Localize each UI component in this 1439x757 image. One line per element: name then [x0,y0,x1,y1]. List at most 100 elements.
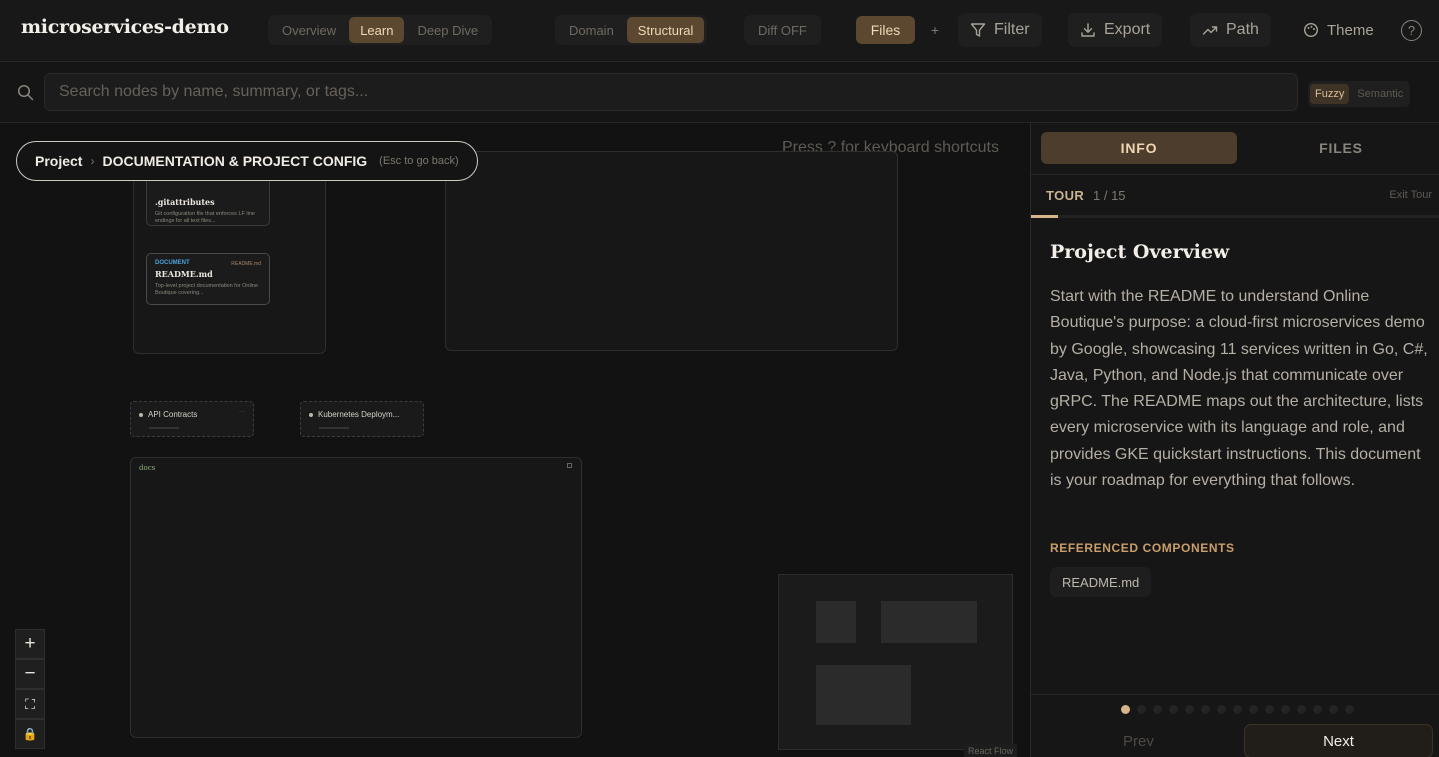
search-bar: Fuzzy Semantic [0,62,1439,123]
bullet-icon [139,412,143,417]
lens-segment: Domain Structural [555,15,708,45]
tour-step-dot[interactable] [1121,705,1130,714]
minimap-block [816,601,856,643]
lock-icon[interactable]: 🔒 [15,719,45,749]
lens-structural[interactable]: Structural [626,17,705,43]
prev-button[interactable]: Prev [1123,733,1154,750]
trend-icon [1202,26,1218,35]
palette-icon [1303,22,1319,38]
export-button[interactable]: Export [1068,13,1163,47]
exit-tour-button[interactable]: Exit Tour [1389,189,1432,201]
config-group[interactable]: .gitattributes Git configuration file th… [133,163,326,354]
filter-button[interactable]: Filter [958,13,1042,47]
tour-step-dot[interactable] [1169,705,1178,714]
node-title: .gitattributes [155,197,215,207]
view-mode-segment: Overview Learn Deep Dive [268,15,493,45]
path-button[interactable]: Path [1190,13,1271,47]
next-button[interactable]: Next [1244,724,1433,757]
search-icon [17,84,34,101]
minimap-block [881,601,977,643]
group-label: docs [139,464,156,472]
more-icon: ··· [239,409,245,415]
node-tag: README.md [231,261,261,267]
tour-counter: 1 / 15 [1093,188,1126,203]
referenced-component-chip[interactable]: README.md [1050,567,1152,597]
view-mode-overview[interactable]: Overview [271,17,347,43]
zoom-in-icon[interactable]: + [15,629,45,659]
filter-label: Filter [994,21,1030,38]
diff-toggle[interactable]: Diff OFF [747,17,818,43]
tour-step-dot[interactable] [1265,705,1274,714]
view-mode-learn[interactable]: Learn [349,17,405,43]
search-mode-semantic[interactable]: Semantic [1352,84,1408,104]
tour-step-dot[interactable] [1217,705,1226,714]
tour-step-dots [1121,705,1354,714]
export-label: Export [1104,21,1151,38]
expand-icon[interactable] [567,463,572,468]
step-body: Start with the README to understand Onli… [1050,288,1428,490]
diff-toggle-wrap: Diff OFF [744,15,821,45]
graph-canvas[interactable]: Project › DOCUMENTATION & PROJECT CONFIG… [0,123,1030,757]
filter-icon [970,23,986,37]
node-bar [319,427,349,429]
tour-progress [1031,215,1439,218]
tab-files[interactable]: FILES [1243,132,1439,164]
node-api-contracts[interactable]: API Contracts ··· [130,401,254,437]
zoom-controls: + − ⛶ 🔒 [15,629,45,749]
minimap[interactable] [778,574,1013,750]
search-mode-segment: Fuzzy Semantic [1308,81,1411,107]
help-icon[interactable]: ? [1401,20,1422,41]
path-label: Path [1226,21,1259,38]
node-label: API Contracts [148,410,198,419]
breadcrumb: Project › DOCUMENTATION & PROJECT CONFIG… [16,141,478,181]
node-bar [149,427,179,429]
tour-header: TOUR 1 / 15 Exit Tour [1031,175,1439,215]
tour-step-dot[interactable] [1281,705,1290,714]
lens-domain[interactable]: Domain [558,17,625,43]
bullet-icon [309,412,313,417]
react-flow-attribution[interactable]: React Flow [964,744,1018,757]
search-mode-fuzzy[interactable]: Fuzzy [1310,84,1350,104]
tour-label: TOUR [1046,188,1085,203]
breadcrumb-hint: (Esc to go back) [379,155,459,167]
tour-footer: Prev Next [1031,694,1439,757]
step-title: Project Overview [1050,241,1230,263]
download-icon [1081,23,1095,37]
node-readme[interactable]: DOCUMENT README.md README.md Top-level p… [146,253,270,305]
tour-step-dot[interactable] [1137,705,1146,714]
theme-label: Theme [1327,21,1374,39]
node-title: README.md [155,269,213,279]
node-kubernetes-deployments[interactable]: Kubernetes Deploym... [300,401,424,437]
theme-button[interactable]: Theme [1291,13,1386,47]
tour-progress-fill [1031,215,1059,218]
tour-step-dot[interactable] [1185,705,1194,714]
tour-step-dot[interactable] [1313,705,1322,714]
tour-step-dot[interactable] [1297,705,1306,714]
tour-step-dot[interactable] [1153,705,1162,714]
search-input[interactable] [44,73,1298,111]
tab-info[interactable]: INFO [1041,132,1237,164]
tour-step-dot[interactable] [1345,705,1354,714]
fit-view-icon[interactable]: ⛶ [15,689,45,719]
empty-group[interactable] [445,151,898,351]
add-button[interactable]: + [924,16,946,44]
tour-step-dot[interactable] [1329,705,1338,714]
panel-tabs: INFO FILES [1031,123,1439,175]
node-desc: Git configuration file that enforces LF … [155,211,255,225]
chevron-right-icon: › [90,154,95,168]
tour-step-dot[interactable] [1233,705,1242,714]
docs-group[interactable]: docs [130,457,582,738]
node-desc: Top-level project documentation for Onli… [155,283,259,297]
tour-step-dot[interactable] [1249,705,1258,714]
breadcrumb-root[interactable]: Project [35,153,82,169]
files-button[interactable]: Files [856,16,915,44]
zoom-out-icon[interactable]: − [15,659,45,689]
minimap-block [816,665,911,725]
view-mode-deep-dive[interactable]: Deep Dive [406,17,489,43]
tour-step-dot[interactable] [1201,705,1210,714]
info-panel: INFO FILES TOUR 1 / 15 Exit Tour Project… [1030,123,1439,757]
node-label: Kubernetes Deploym... [318,410,400,419]
referenced-heading: REFERENCED COMPONENTS [1050,541,1235,555]
app-title: microservices-demo [21,16,229,38]
top-toolbar: microservices-demo Overview Learn Deep D… [0,0,1439,62]
